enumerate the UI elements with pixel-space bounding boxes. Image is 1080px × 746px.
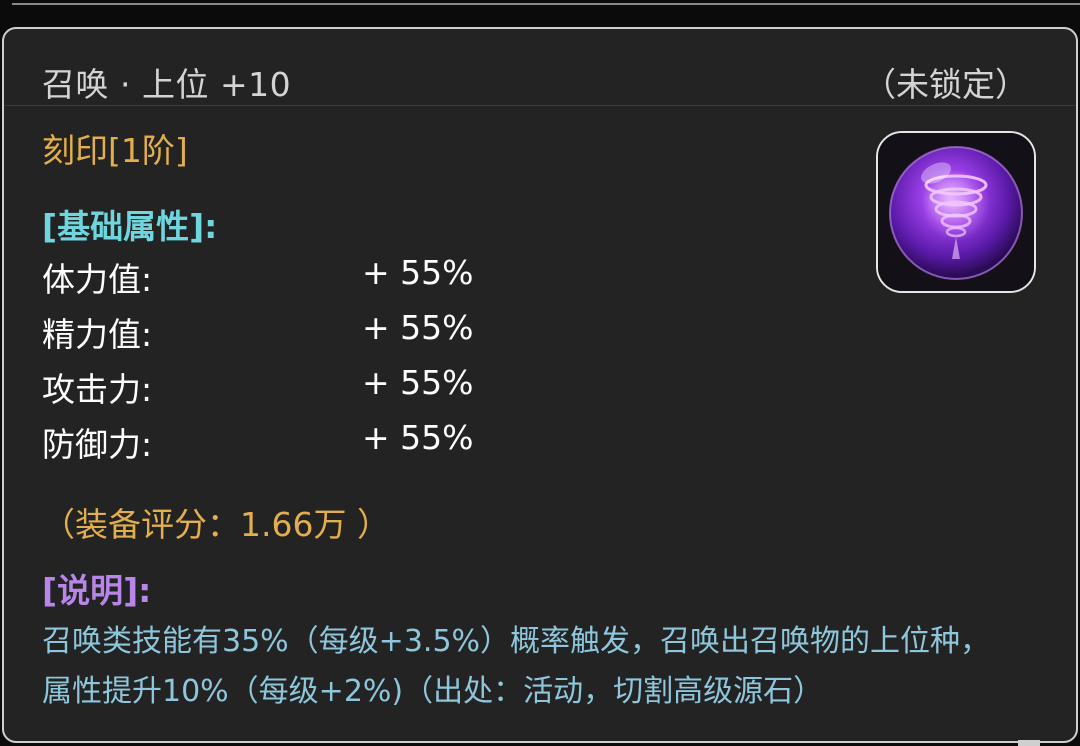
stat-name: 精力值: — [42, 315, 153, 354]
item-icon-frame — [876, 131, 1036, 293]
stat-row-attack: 攻击力: + 55% — [42, 363, 602, 409]
scroll-indicator — [1018, 740, 1040, 746]
item-title: 召唤 · 上位 +10 — [42, 65, 292, 104]
stat-row-energy: 精力值: + 55% — [42, 308, 602, 354]
stat-value: + 55% — [362, 418, 474, 457]
stat-name: 体力值: — [42, 260, 153, 299]
description-line: 属性提升10%（每级+2%)（出处：活动，切割高级源石） — [42, 674, 824, 709]
base-stats-header: [基础属性]: — [42, 207, 218, 246]
equipment-score: （装备评分：1.66万 ） — [42, 505, 390, 544]
description-header: [说明]: — [42, 571, 152, 610]
stat-name: 攻击力: — [42, 370, 153, 409]
stat-row-defense: 防御力: + 55% — [42, 418, 602, 464]
stat-row-stamina: 体力值: + 55% — [42, 253, 602, 299]
description-line: 召唤类技能有35%（每级+3.5%）概率触发，召唤出召唤物的上位种， — [42, 624, 991, 659]
engrave-level: 刻印[1阶] — [42, 131, 188, 170]
stat-name: 防御力: — [42, 425, 153, 464]
top-divider-line — [12, 3, 1080, 5]
lock-status[interactable]: （未锁定） — [863, 58, 1028, 106]
purple-tornado-orb-icon — [878, 133, 1034, 291]
stat-value: + 55% — [362, 363, 474, 402]
stat-value: + 55% — [362, 253, 474, 292]
stat-value: + 55% — [362, 308, 474, 347]
